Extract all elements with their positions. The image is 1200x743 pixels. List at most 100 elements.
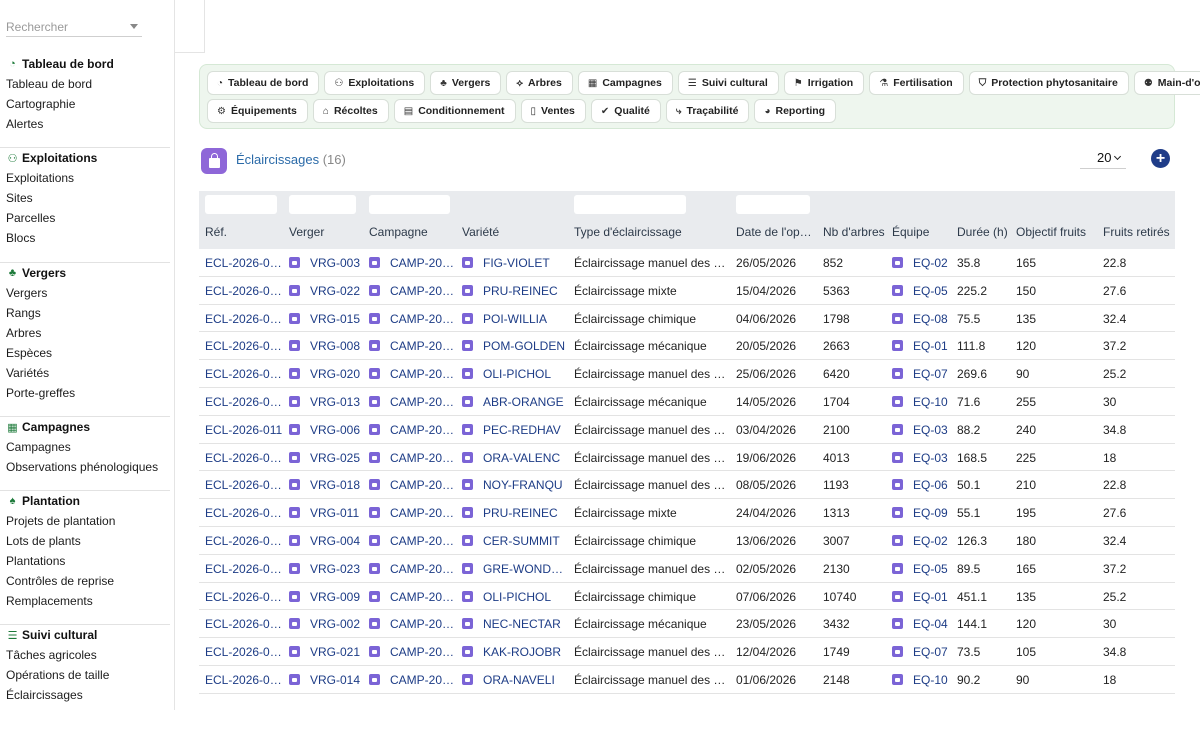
record-link-icon[interactable]: [892, 673, 903, 685]
column-header[interactable]: Durée (h): [957, 225, 1009, 239]
sidebar-item[interactable]: Contrôles de reprise: [0, 571, 165, 591]
record-link-icon[interactable]: [892, 257, 903, 268]
table-cell-link[interactable]: EQ-01: [913, 339, 952, 353]
module-button[interactable]: ⚙ Équipements: [207, 99, 308, 123]
record-link-icon[interactable]: [369, 340, 380, 352]
record-link-icon[interactable]: [289, 673, 300, 685]
sidebar-item[interactable]: Cartographie: [0, 94, 165, 114]
record-link-icon[interactable]: [369, 646, 380, 658]
record-link-icon[interactable]: [462, 507, 473, 519]
table-cell-link[interactable]: CAMP-2026: [390, 339, 455, 353]
table-cell-link[interactable]: CER-SUMMIT: [483, 534, 566, 548]
table-row[interactable]: ECL-2026-008 VRG-011 CAMP-2026 PRU-REINEC Éc…: [199, 499, 1175, 527]
record-link-icon[interactable]: [369, 368, 380, 380]
table-cell-link[interactable]: ECL-2026-003: [205, 617, 283, 631]
table-cell-link[interactable]: ECL-2026-001: [205, 673, 283, 687]
record-link-icon[interactable]: [462, 590, 473, 602]
nav-section-title[interactable]: ▦ Campagnes: [0, 417, 170, 437]
sidebar-item[interactable]: Blocs: [0, 228, 165, 248]
page-size-select[interactable]: 20: [1080, 149, 1126, 169]
table-cell-link[interactable]: EQ-02: [913, 534, 952, 548]
record-link-icon[interactable]: [369, 284, 380, 296]
table-cell-link[interactable]: KAK-ROJOBR: [483, 645, 566, 659]
table-row[interactable]: ECL-2026-013 VRG-020 CAMP-2026 OLI-PICHOL Éc…: [199, 360, 1175, 388]
record-link-icon[interactable]: [289, 423, 300, 435]
table-cell-link[interactable]: VRG-018: [310, 478, 361, 492]
table-cell-link[interactable]: CAMP-2026: [390, 562, 455, 576]
sidebar-item[interactable]: Tâches agricoles: [0, 645, 165, 665]
table-row[interactable]: ECL-2026-007 VRG-004 CAMP-2026 CER-SUMMIT Éc…: [199, 527, 1175, 555]
sidebar-item[interactable]: Rangs: [0, 303, 165, 323]
module-button[interactable]: ⚉ Main-d'oeuvre: [1133, 71, 1200, 95]
search-box[interactable]: [6, 17, 142, 37]
sidebar-item[interactable]: Remplacements: [0, 591, 165, 611]
record-link-icon[interactable]: [462, 673, 473, 685]
column-header[interactable]: Fruits retirés: [1103, 225, 1175, 239]
record-link-icon[interactable]: [892, 423, 903, 435]
table-row[interactable]: ECL-2026-002 VRG-021 CAMP-2026 KAK-ROJOBR Éc…: [199, 638, 1175, 666]
column-filter-input[interactable]: [205, 195, 277, 214]
table-row[interactable]: ECL-2026-016 VRG-015 CAMP-2026 POI-WILLIA Éc…: [199, 305, 1175, 333]
record-link-icon[interactable]: [369, 423, 380, 435]
table-cell-link[interactable]: ECL-2026-011: [205, 423, 283, 437]
table-cell-link[interactable]: VRG-008: [310, 339, 361, 353]
table-cell-link[interactable]: ECL-2026-007: [205, 534, 283, 548]
module-button[interactable]: ⤷ Traçabilité: [665, 99, 750, 123]
table-row[interactable]: ECL-2026-015 VRG-008 CAMP-2026 POM-GOLDEN Éc…: [199, 332, 1175, 361]
table-cell-link[interactable]: POI-WILLIA: [483, 312, 566, 326]
table-cell-link[interactable]: VRG-025: [310, 451, 361, 465]
column-filter-input[interactable]: [574, 195, 686, 214]
table-cell-link[interactable]: ECL-2026-018: [205, 256, 283, 270]
table-cell-link[interactable]: CAMP-2026: [390, 367, 455, 381]
table-cell-link[interactable]: EQ-07: [913, 367, 952, 381]
nav-section-title[interactable]: ♠ Plantation: [0, 491, 170, 511]
table-cell-link[interactable]: VRG-002: [310, 617, 361, 631]
record-link-icon[interactable]: [892, 646, 903, 658]
column-filter-input[interactable]: [369, 195, 450, 214]
table-cell-link[interactable]: EQ-09: [913, 506, 952, 520]
sidebar-item[interactable]: Variétés: [0, 363, 165, 383]
sidebar-item[interactable]: Porte-greffes: [0, 383, 165, 403]
table-cell-link[interactable]: VRG-003: [310, 256, 361, 270]
table-cell-link[interactable]: CAMP-2026: [390, 284, 455, 298]
record-link-icon[interactable]: [462, 395, 473, 407]
table-cell-link[interactable]: VRG-022: [310, 284, 361, 298]
record-link-icon[interactable]: [369, 451, 380, 463]
record-link-icon[interactable]: [289, 312, 300, 324]
record-link-icon[interactable]: [289, 590, 300, 602]
record-link-icon[interactable]: [462, 618, 473, 630]
record-link-icon[interactable]: [289, 257, 300, 268]
record-link-icon[interactable]: [892, 479, 903, 491]
module-button[interactable]: ♣ Vergers: [430, 71, 502, 95]
table-row[interactable]: ECL-2026-010 VRG-025 CAMP-2026 ORA-VALENC Éc…: [199, 444, 1175, 472]
record-link-icon[interactable]: [289, 534, 300, 546]
record-link-icon[interactable]: [289, 618, 300, 630]
table-row[interactable]: ECL-2026-011 VRG-006 CAMP-2026 PEC-REDHAV Éc…: [199, 416, 1175, 444]
record-link-icon[interactable]: [892, 340, 903, 352]
table-cell-link[interactable]: ECL-2026-015: [205, 339, 283, 353]
table-cell-link[interactable]: OLI-PICHOL: [483, 590, 566, 604]
record-link-icon[interactable]: [462, 368, 473, 380]
sidebar-item[interactable]: Plantations: [0, 551, 165, 571]
record-link-icon[interactable]: [369, 395, 380, 407]
table-cell-link[interactable]: ECL-2026-012: [205, 395, 283, 409]
record-link-icon[interactable]: [369, 507, 380, 519]
table-cell-link[interactable]: ECL-2026-017: [205, 284, 283, 298]
record-link-icon[interactable]: [289, 368, 300, 380]
table-cell-link[interactable]: VRG-020: [310, 367, 361, 381]
record-link-icon[interactable]: [289, 284, 300, 296]
table-row[interactable]: ECL-2026-018 VRG-003 CAMP-2026 FIG-VIOLET Éc…: [199, 249, 1175, 277]
table-cell-link[interactable]: VRG-013: [310, 395, 361, 409]
record-link-icon[interactable]: [369, 673, 380, 685]
module-button[interactable]: ⚇ Exploitations: [324, 71, 426, 95]
table-cell-link[interactable]: CAMP-2026: [390, 312, 455, 326]
record-link-icon[interactable]: [289, 340, 300, 352]
column-filter-input[interactable]: [289, 195, 356, 214]
table-cell-link[interactable]: ECL-2026-006: [205, 562, 283, 576]
table-row[interactable]: ECL-2026-006 VRG-023 CAMP-2026 GRE-WONDER Éc…: [199, 555, 1175, 583]
module-button[interactable]: ⚑ Irrigation: [783, 71, 865, 95]
sidebar-item[interactable]: Espèces: [0, 343, 165, 363]
record-link-icon[interactable]: [892, 395, 903, 407]
module-button[interactable]: ⌂ Récoltes: [312, 99, 389, 123]
nav-section-title[interactable]: ⚇ Exploitations: [0, 148, 170, 168]
